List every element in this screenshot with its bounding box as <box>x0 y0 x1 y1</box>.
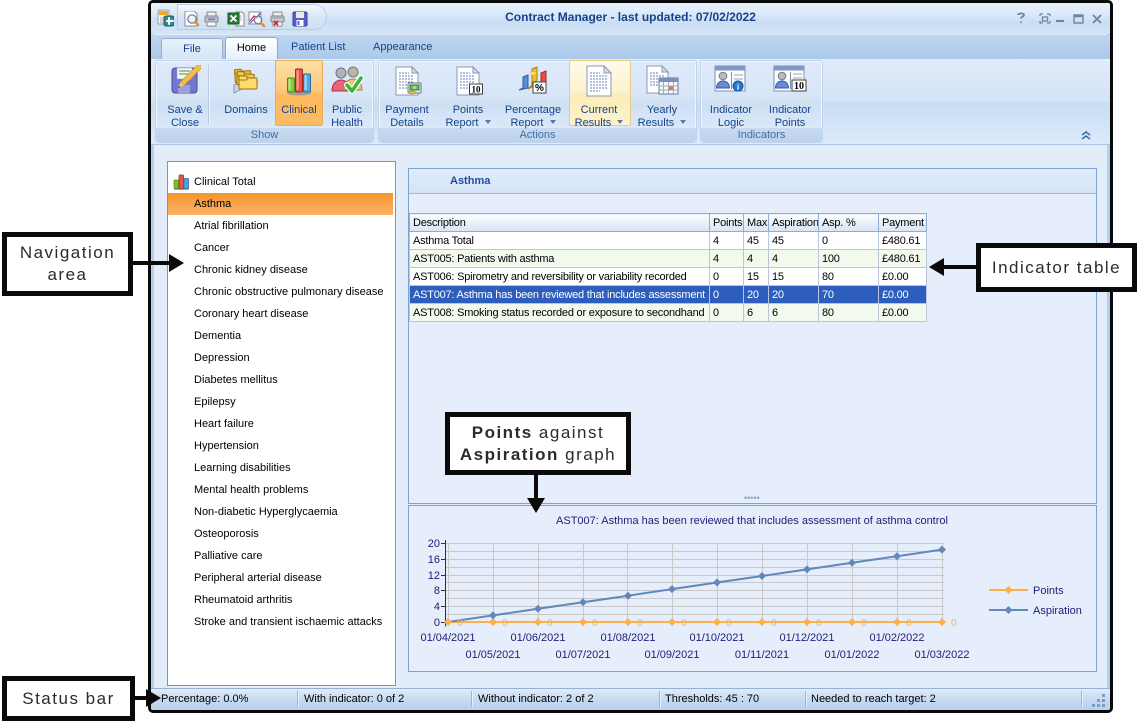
svg-text:8: 8 <box>434 585 440 597</box>
svg-text:01/06/2021: 01/06/2021 <box>510 632 565 644</box>
svg-text:10: 10 <box>472 85 482 95</box>
svg-text:Aspiration: Aspiration <box>1033 605 1082 617</box>
svg-text:10: 10 <box>794 81 804 92</box>
svg-text:01/02/2022: 01/02/2022 <box>869 632 924 644</box>
svg-text:01/11/2021: 01/11/2021 <box>735 649 789 661</box>
svg-text:4: 4 <box>434 601 440 613</box>
svg-text:01/08/2021: 01/08/2021 <box>600 632 655 644</box>
svg-text:01/01/2022: 01/01/2022 <box>824 649 879 661</box>
svg-text:0: 0 <box>547 618 553 629</box>
svg-text:20: 20 <box>428 538 440 550</box>
svg-text:0: 0 <box>816 618 822 629</box>
svg-text:01/12/2021: 01/12/2021 <box>779 632 834 644</box>
svg-text:01/04/2021: 01/04/2021 <box>420 632 475 644</box>
svg-text:01/03/2022: 01/03/2022 <box>914 649 969 661</box>
svg-text:0: 0 <box>681 618 687 629</box>
svg-text:0: 0 <box>434 617 440 629</box>
svg-text:01/10/2021: 01/10/2021 <box>689 632 744 644</box>
svg-text:12: 12 <box>428 570 440 582</box>
svg-text:0: 0 <box>457 618 463 629</box>
svg-text:%: % <box>535 83 544 94</box>
svg-text:0: 0 <box>726 618 732 629</box>
svg-text:0: 0 <box>502 618 508 629</box>
svg-text:0: 0 <box>771 618 777 629</box>
svg-text:AST007: Asthma has been review: AST007: Asthma has been reviewed that in… <box>556 515 948 527</box>
svg-text:01/05/2021: 01/05/2021 <box>465 649 520 661</box>
svg-text:Points: Points <box>1033 585 1064 597</box>
svg-text:0: 0 <box>637 618 643 629</box>
svg-text:0: 0 <box>592 618 598 629</box>
svg-text:0: 0 <box>951 618 957 629</box>
svg-text:01/09/2021: 01/09/2021 <box>644 649 699 661</box>
svg-text:0: 0 <box>861 618 867 629</box>
svg-text:01/07/2021: 01/07/2021 <box>555 649 610 661</box>
svg-text:16: 16 <box>428 554 440 566</box>
svg-text:0: 0 <box>906 618 912 629</box>
